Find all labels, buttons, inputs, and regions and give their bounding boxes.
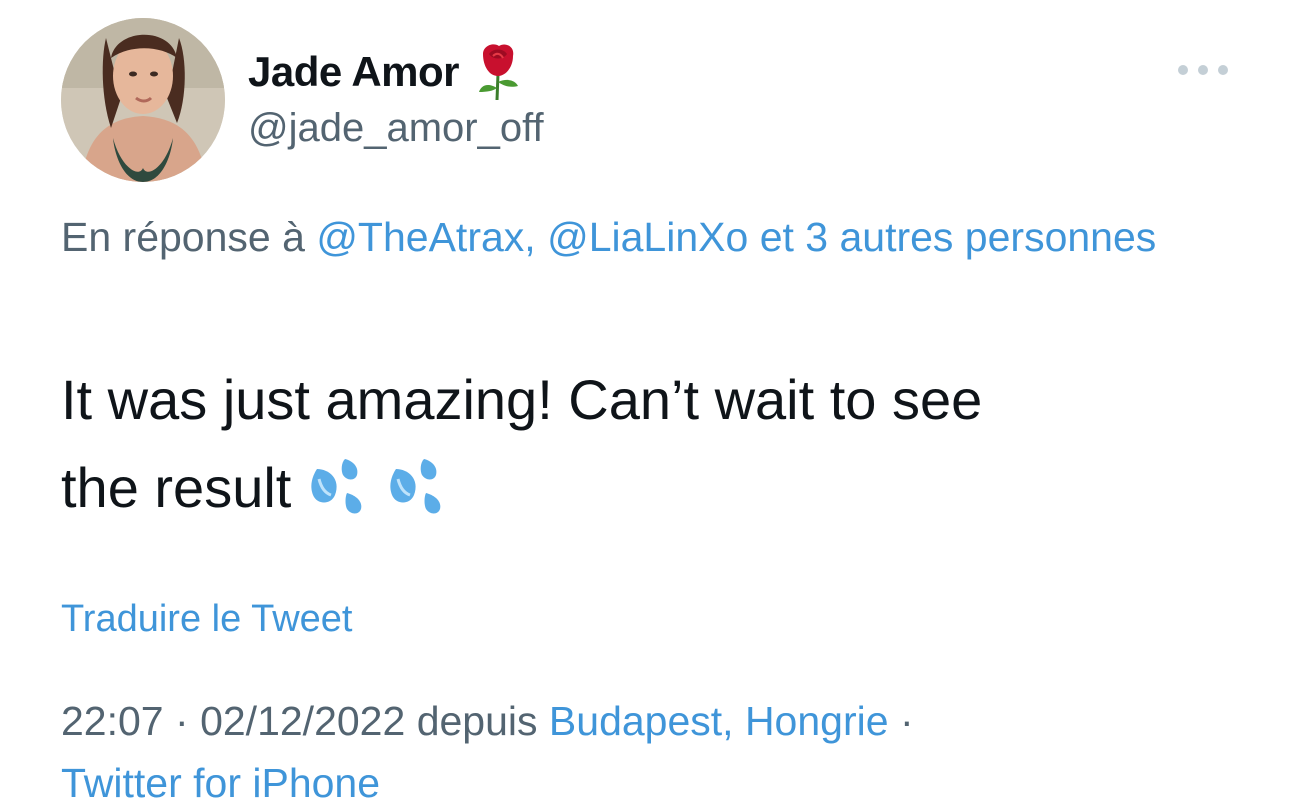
author-name-row[interactable]: Jade Amor (248, 42, 523, 102)
display-name[interactable]: Jade Amor (248, 48, 460, 96)
tweet-location-link[interactable]: Budapest, Hongrie (549, 698, 889, 744)
dot (1218, 65, 1228, 75)
meta-from: depuis (416, 698, 538, 744)
more-options-icon[interactable] (1178, 58, 1228, 82)
sweat-droplets-icon (307, 453, 371, 517)
tweet-source-link[interactable]: Twitter for iPhone (61, 760, 380, 806)
reply-user-link[interactable]: @TheAtrax, (316, 214, 535, 260)
dot (1178, 65, 1188, 75)
dot (1198, 65, 1208, 75)
tweet-text: It was just amazing! Can’t wait to see t… (61, 356, 1241, 532)
tweet-text-line: the result (61, 456, 292, 519)
sweat-droplets-icon (386, 453, 450, 517)
tweet-date[interactable]: 02/12/2022 (200, 698, 405, 744)
rose-icon (473, 42, 523, 102)
avatar[interactable] (61, 18, 225, 182)
reply-prefix: En réponse à (61, 214, 305, 260)
tweet-text-line: It was just amazing! Can’t wait to see (61, 368, 983, 431)
reply-context: En réponse à @TheAtrax, @LiaLinXo et 3 a… (61, 204, 1231, 270)
reply-user-link[interactable]: @LiaLinXo (547, 214, 748, 260)
meta-separator: · (899, 698, 914, 744)
translate-tweet-link[interactable]: Traduire le Tweet (61, 598, 352, 641)
reply-others-link[interactable]: et 3 autres personnes (760, 214, 1157, 260)
tweet-time[interactable]: 22:07 (61, 698, 164, 744)
tweet-meta: 22:07 · 02/12/2022 depuis Budapest, Hong… (61, 690, 1241, 810)
author-handle[interactable]: @jade_amor_off (248, 106, 544, 151)
meta-separator: · (175, 698, 189, 744)
